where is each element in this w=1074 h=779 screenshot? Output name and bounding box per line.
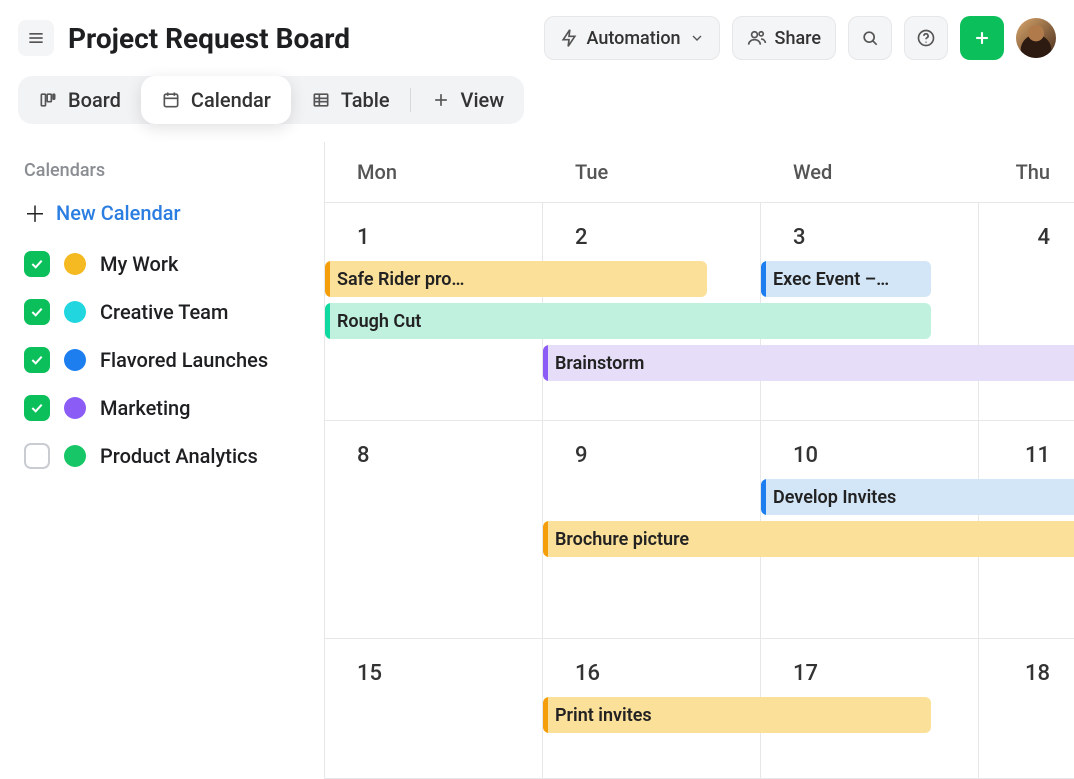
event-label: Develop Invites	[773, 487, 896, 508]
people-icon	[747, 28, 767, 48]
calendar-item-label: Marketing	[100, 396, 191, 420]
plus-icon	[431, 90, 451, 110]
new-calendar-button[interactable]: ＋ New Calendar	[24, 197, 300, 229]
day-number[interactable]: 4	[1037, 225, 1050, 250]
search-icon	[860, 28, 880, 48]
add-button[interactable]	[960, 16, 1004, 60]
share-label: Share	[775, 28, 821, 49]
plus-icon	[972, 28, 992, 48]
sidebar: Calendars ＋ New Calendar My Work Creative…	[0, 142, 324, 772]
event-label: Rough Cut	[337, 311, 421, 332]
day-number[interactable]: 9	[575, 443, 588, 468]
checkbox[interactable]	[24, 395, 50, 421]
day-number[interactable]: 11	[1025, 443, 1050, 468]
help-button[interactable]	[904, 16, 948, 60]
event-stripe	[325, 303, 330, 339]
event-stripe	[543, 697, 548, 733]
color-dot	[64, 445, 86, 467]
calendar-event[interactable]: Develop Invites	[761, 479, 1074, 515]
color-dot	[64, 349, 86, 371]
tab-add-view[interactable]: View	[411, 76, 525, 124]
calendar-event[interactable]: Exec Event –…	[761, 261, 931, 297]
event-stripe	[325, 261, 330, 297]
color-dot	[64, 397, 86, 419]
menu-button[interactable]	[18, 20, 54, 56]
day-header: Wed	[761, 142, 979, 202]
plus-icon: ＋	[24, 197, 42, 229]
calendar-item[interactable]: My Work	[24, 251, 300, 277]
color-dot	[64, 301, 86, 323]
bolt-icon	[559, 28, 579, 48]
event-label: Print invites	[555, 705, 652, 726]
page-title: Project Request Board	[68, 22, 532, 55]
day-number[interactable]: 17	[793, 661, 818, 686]
calendar-event[interactable]: Safe Rider pro…	[325, 261, 707, 297]
week-row: 1 2 3 4 Safe Rider pro… Exec Event –… Rough Cu…	[325, 203, 1074, 421]
calendar-event[interactable]: Brochure picture	[543, 521, 1074, 557]
calendar-item[interactable]: Creative Team	[24, 299, 300, 325]
calendar-item-label: My Work	[100, 252, 178, 276]
day-number[interactable]: 16	[575, 661, 600, 686]
tab-table-label: Table	[341, 88, 390, 112]
calendar-event[interactable]: Brainstorm	[543, 345, 1074, 381]
hamburger-icon	[26, 28, 46, 48]
board-icon	[38, 90, 58, 110]
day-number[interactable]: 3	[793, 225, 806, 250]
checkbox[interactable]	[24, 443, 50, 469]
day-header: Mon	[325, 142, 543, 202]
event-stripe	[543, 345, 548, 381]
automation-button[interactable]: Automation	[544, 16, 720, 60]
day-number[interactable]: 10	[793, 443, 818, 468]
event-stripe	[543, 521, 548, 557]
week-row: 8 9 10 11 Develop Invites Brochure picture	[325, 421, 1074, 639]
calendar-item-label: Product Analytics	[100, 444, 258, 468]
day-header: Thu	[979, 142, 1074, 202]
tab-view-label: View	[461, 88, 505, 112]
day-number[interactable]: 2	[575, 225, 588, 250]
search-button[interactable]	[848, 16, 892, 60]
avatar[interactable]	[1016, 18, 1056, 58]
calendar-grid: MonTueWedThu 1 2 3 4 Safe Rider pro… Exec Eve…	[324, 142, 1074, 772]
automation-label: Automation	[587, 28, 681, 49]
color-dot	[64, 253, 86, 275]
calendar-item-label: Flavored Launches	[100, 348, 268, 372]
event-stripe	[761, 261, 766, 297]
share-button[interactable]: Share	[732, 16, 836, 60]
event-label: Exec Event –…	[773, 269, 889, 290]
day-number[interactable]: 18	[1025, 661, 1050, 686]
calendar-item[interactable]: Flavored Launches	[24, 347, 300, 373]
calendar-item[interactable]: Product Analytics	[24, 443, 300, 469]
day-header: Tue	[543, 142, 761, 202]
calendar-item-label: Creative Team	[100, 300, 228, 324]
event-stripe	[761, 479, 766, 515]
chevron-down-icon	[689, 30, 705, 46]
calendar-event[interactable]: Print invites	[543, 697, 931, 733]
new-calendar-label: New Calendar	[56, 201, 181, 225]
sidebar-heading: Calendars	[24, 160, 300, 181]
event-label: Safe Rider pro…	[337, 269, 464, 290]
day-number[interactable]: 1	[357, 225, 370, 250]
calendar-item[interactable]: Marketing	[24, 395, 300, 421]
checkbox[interactable]	[24, 299, 50, 325]
event-label: Brochure picture	[555, 529, 689, 550]
day-number[interactable]: 15	[357, 661, 382, 686]
calendar-event[interactable]: Rough Cut	[325, 303, 931, 339]
tab-calendar-label: Calendar	[191, 88, 271, 112]
checkbox[interactable]	[24, 347, 50, 373]
event-label: Brainstorm	[555, 353, 644, 374]
tab-table[interactable]: Table	[291, 76, 410, 124]
week-row: 15 16 17 18 Print invites	[325, 639, 1074, 779]
help-icon	[916, 28, 936, 48]
tab-board[interactable]: Board	[18, 76, 141, 124]
table-icon	[311, 90, 331, 110]
tab-calendar[interactable]: Calendar	[141, 76, 291, 124]
tab-board-label: Board	[68, 88, 121, 112]
day-number[interactable]: 8	[357, 443, 370, 468]
checkbox[interactable]	[24, 251, 50, 277]
calendar-icon	[161, 90, 181, 110]
